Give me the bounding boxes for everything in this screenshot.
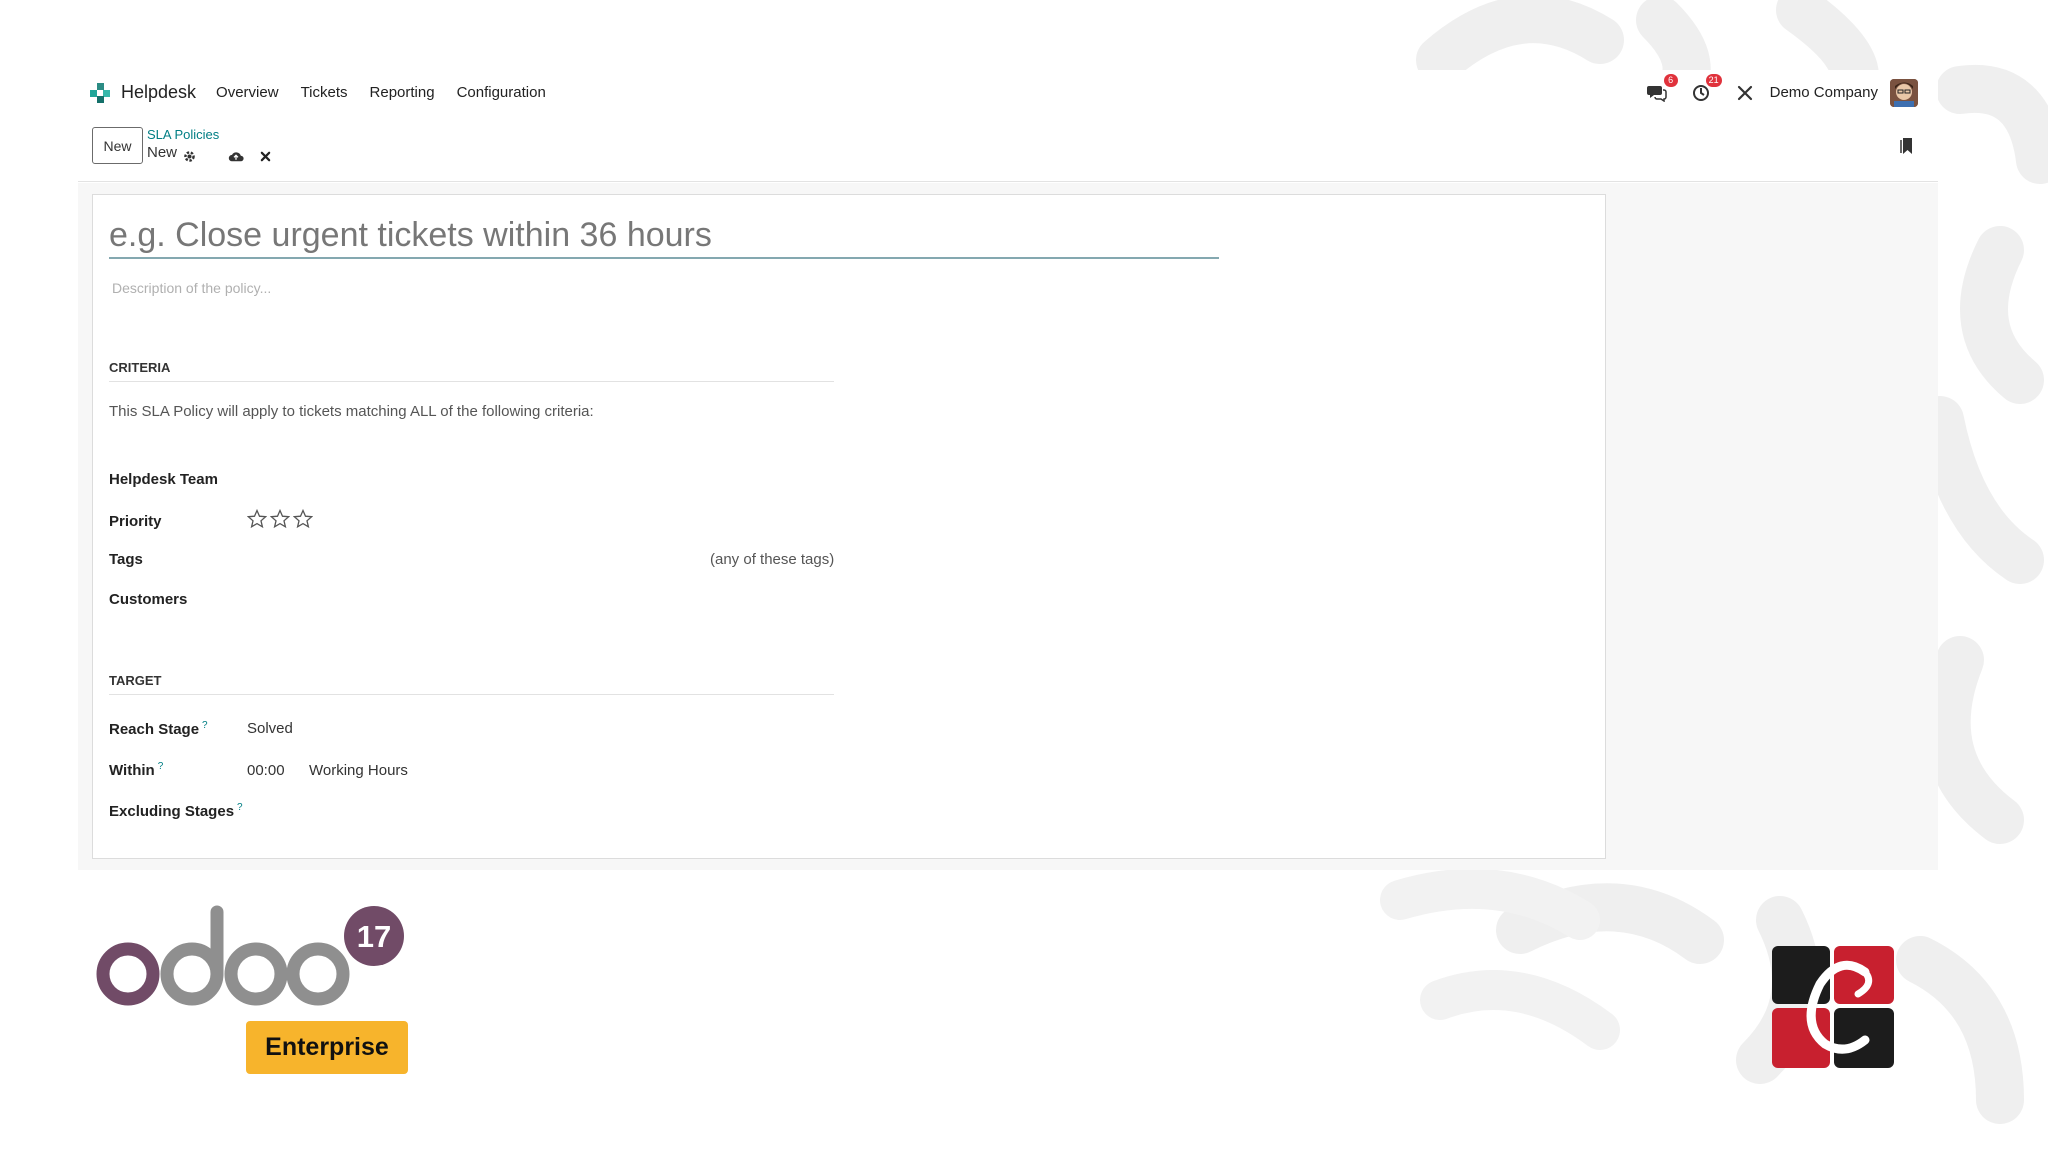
target-section-heading: TARGET	[109, 673, 834, 695]
top-navbar: Helpdesk Overview Tickets Reporting Conf…	[78, 70, 1938, 115]
policy-name-input[interactable]	[109, 213, 1219, 259]
save-button[interactable]	[228, 150, 244, 163]
help-tooltip-icon[interactable]: ?	[158, 761, 164, 772]
star-icon[interactable]	[293, 509, 313, 529]
record-actions	[183, 150, 287, 163]
tags-label: Tags	[109, 551, 143, 568]
helpdesk-app-icon	[90, 82, 110, 103]
breadcrumb-sla-policies[interactable]: SLA Policies	[147, 127, 219, 142]
reach-stage-label: Reach Stage?	[109, 720, 208, 738]
app-brand[interactable]: Helpdesk	[88, 81, 196, 105]
menu-tickets[interactable]: Tickets	[301, 84, 348, 101]
enterprise-badge: Enterprise	[246, 1021, 408, 1074]
messages-badge: 6	[1663, 73, 1678, 87]
tags-input[interactable]	[247, 545, 697, 569]
background-decoration-bottom	[1380, 860, 1780, 1100]
gear-icon	[184, 151, 195, 162]
partner-logo	[1770, 944, 1896, 1075]
user-avatar-image	[1890, 78, 1918, 107]
odoo-window: Helpdesk Overview Tickets Reporting Conf…	[78, 70, 1938, 870]
app-name: Helpdesk	[121, 82, 197, 102]
within-time-input[interactable]: 00:00	[247, 762, 285, 779]
odoo-version: 17	[357, 919, 391, 954]
company-switcher[interactable]: Demo Company	[1770, 84, 1878, 101]
helpdesk-team-input[interactable]	[247, 465, 817, 489]
chat-icon	[1646, 85, 1667, 102]
menu-reporting[interactable]: Reporting	[370, 84, 435, 101]
menu-overview[interactable]: Overview	[216, 84, 279, 101]
excluding-stages-input[interactable]	[247, 796, 817, 820]
debug-tools-button[interactable]	[1734, 82, 1756, 104]
chatter-toggle-button[interactable]	[1900, 137, 1914, 160]
reach-stage-select[interactable]: Solved	[247, 720, 293, 737]
helpdesk-team-label: Helpdesk Team	[109, 471, 218, 488]
bookmark-icon	[1900, 138, 1912, 154]
clock-icon	[1692, 84, 1709, 101]
sla-policy-form-sheet: CRITERIA This SLA Policy will apply to t…	[92, 194, 1606, 859]
new-button[interactable]: New	[92, 127, 143, 164]
breadcrumb-current-label: New	[147, 144, 178, 161]
within-label-text: Within	[109, 762, 155, 779]
messages-button[interactable]: 6	[1646, 73, 1678, 104]
help-tooltip-icon[interactable]: ?	[237, 802, 243, 813]
priority-stars	[247, 509, 316, 529]
criteria-section-heading: CRITERIA	[109, 360, 834, 382]
user-avatar[interactable]	[1890, 78, 1918, 107]
activities-button[interactable]: 21	[1690, 73, 1722, 104]
control-panel: New SLA Policies New	[78, 115, 1938, 182]
tools-icon	[1737, 85, 1752, 100]
close-icon	[260, 151, 271, 162]
cloud-upload-icon	[228, 152, 244, 162]
priority-label: Priority	[109, 513, 162, 530]
menu-configuration[interactable]: Configuration	[457, 84, 546, 101]
star-icon[interactable]	[247, 509, 267, 529]
criteria-note: This SLA Policy will apply to tickets ma…	[109, 403, 594, 420]
policy-description-input[interactable]	[112, 277, 712, 299]
systray: 6 21 Demo Company	[1624, 70, 1938, 115]
customers-input[interactable]	[247, 585, 817, 609]
activities-badge: 21	[1705, 73, 1722, 87]
odoo-logo: 17	[96, 902, 416, 1017]
within-label: Within?	[109, 761, 163, 779]
excluding-stages-label-text: Excluding Stages	[109, 803, 235, 820]
help-tooltip-icon[interactable]: ?	[202, 720, 208, 731]
within-unit-label: Working Hours	[309, 762, 408, 779]
settings-gear-button[interactable]	[183, 150, 196, 163]
customers-label: Customers	[109, 591, 188, 608]
discard-button[interactable]	[260, 151, 271, 162]
excluding-stages-label: Excluding Stages?	[109, 802, 243, 820]
reach-stage-label-text: Reach Stage	[109, 721, 200, 738]
star-icon[interactable]	[270, 509, 290, 529]
tags-hint: (any of these tags)	[710, 551, 835, 568]
